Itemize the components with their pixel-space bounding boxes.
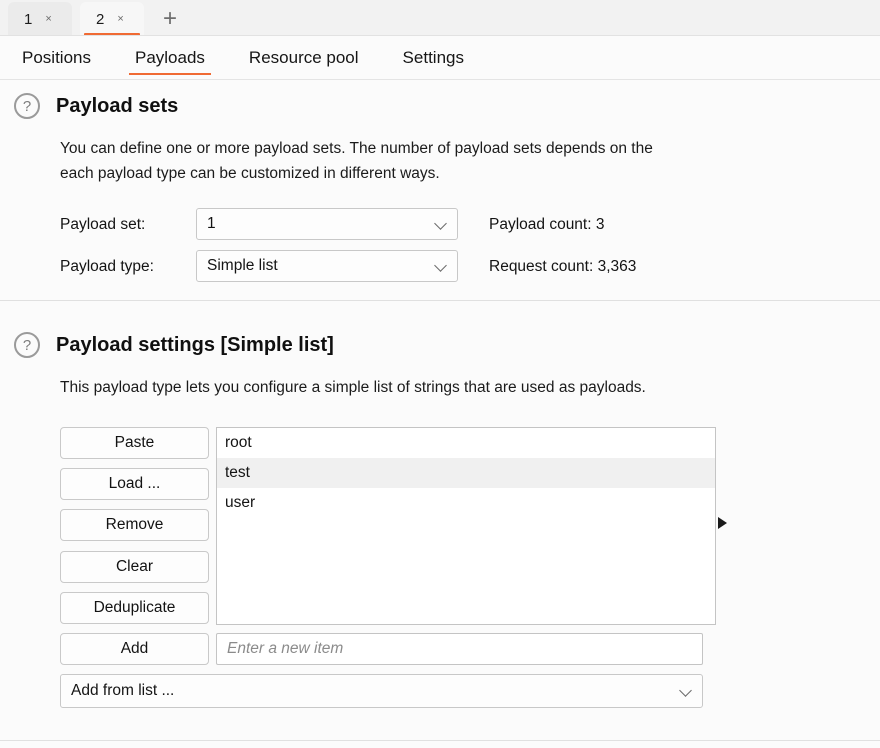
list-item[interactable]: test — [217, 458, 715, 488]
tab-payloads-label: Payloads — [134, 47, 205, 67]
window-tab-2[interactable]: 2 × — [80, 2, 144, 36]
list-item[interactable]: root — [217, 428, 715, 458]
chevron-down-icon — [435, 218, 447, 230]
paste-button[interactable]: Paste — [60, 427, 209, 459]
add-from-list-select[interactable]: Add from list ... — [60, 674, 703, 708]
payload-settings-description: This payload type lets you configure a s… — [60, 379, 646, 396]
help-icon[interactable]: ? — [14, 332, 40, 358]
payload-set-value: 1 — [207, 215, 216, 232]
add-button[interactable]: Add — [60, 633, 209, 665]
deduplicate-button[interactable]: Deduplicate — [60, 592, 209, 624]
list-item[interactable]: user — [217, 488, 715, 518]
request-count: Request count: 3,363 — [489, 258, 637, 275]
add-from-list-value: Add from list ... — [71, 682, 175, 699]
new-item-input[interactable] — [216, 633, 703, 665]
payload-settings-title: Payload settings [Simple list] — [56, 333, 334, 356]
payload-sets-title: Payload sets — [56, 94, 179, 117]
remove-button[interactable]: Remove — [60, 509, 209, 541]
clear-button[interactable]: Clear — [60, 551, 209, 583]
payload-sets-description-line-2: each payload type can be customized in d… — [60, 165, 440, 182]
tab-settings-label: Settings — [402, 47, 464, 67]
close-icon[interactable]: × — [42, 12, 54, 27]
window-tab-1-label: 1 — [24, 10, 33, 28]
tab-resource-pool-label: Resource pool — [248, 47, 359, 67]
tab-settings[interactable]: Settings — [381, 36, 486, 80]
window-tab-2-label: 2 — [96, 10, 105, 28]
payload-type-value: Simple list — [207, 257, 278, 274]
chevron-down-icon — [680, 685, 692, 697]
load-button[interactable]: Load ... — [60, 468, 209, 500]
tab-resource-pool[interactable]: Resource pool — [227, 36, 381, 80]
payload-list[interactable]: root test user — [216, 427, 716, 625]
payload-sets-description-line-1: You can define one or more payload sets.… — [60, 140, 653, 157]
tab-payloads[interactable]: Payloads — [113, 36, 227, 80]
section-divider — [0, 300, 880, 301]
chevron-down-icon — [435, 260, 447, 272]
window-tab-1[interactable]: 1 × — [8, 2, 72, 36]
payload-set-label: Payload set: — [60, 216, 146, 233]
tab-positions-label: Positions — [22, 47, 91, 67]
payload-set-select[interactable]: 1 — [196, 208, 458, 240]
nav-tabbar: Positions Payloads Resource pool Setting… — [0, 36, 880, 80]
payload-settings-header: ? Payload settings [Simple list] — [14, 332, 334, 358]
payload-count: Payload count: 3 — [489, 216, 605, 233]
bottom-divider — [0, 740, 880, 741]
tab-strip: 1 × 2 × + — [0, 0, 880, 36]
close-icon[interactable]: × — [114, 12, 126, 27]
expand-panel-arrow-icon[interactable] — [718, 517, 727, 529]
payload-type-select[interactable]: Simple list — [196, 250, 458, 282]
add-tab-icon[interactable]: + — [150, 2, 190, 36]
payload-type-label: Payload type: — [60, 258, 154, 275]
tab-positions[interactable]: Positions — [0, 36, 113, 80]
help-icon[interactable]: ? — [14, 93, 40, 119]
payload-sets-header: ? Payload sets — [14, 93, 178, 119]
